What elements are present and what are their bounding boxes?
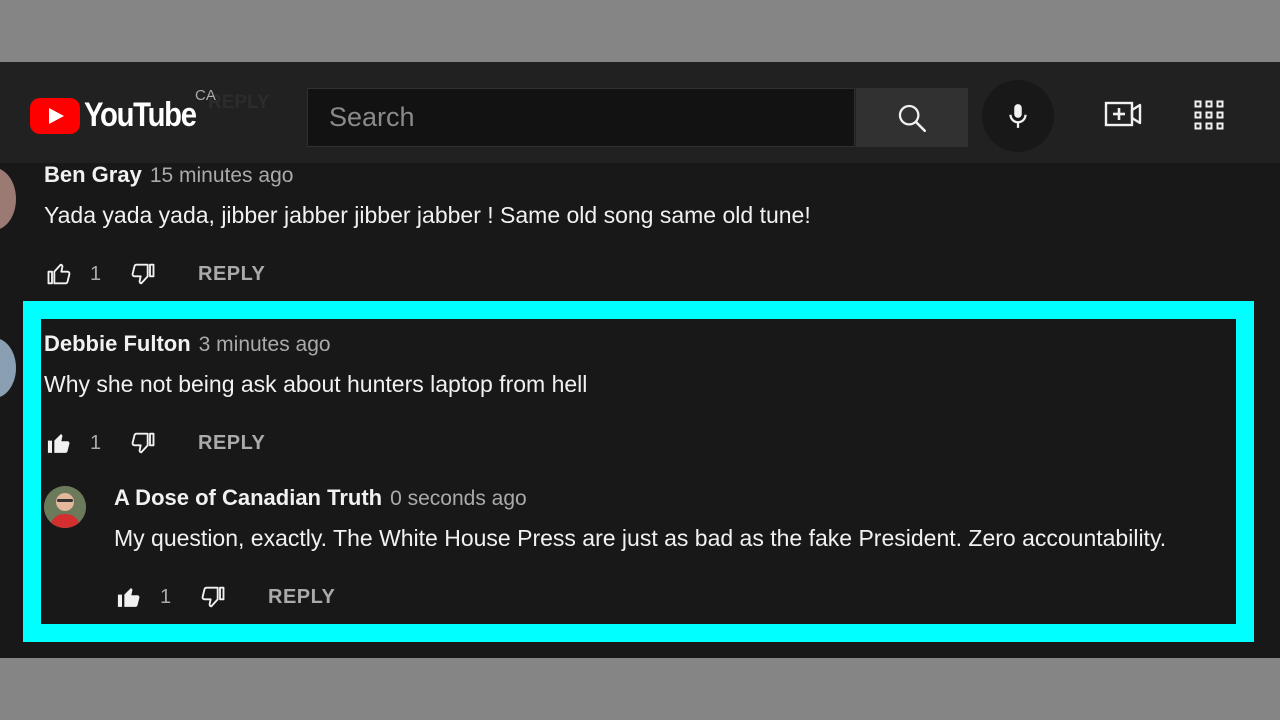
voice-search-button[interactable] <box>982 80 1054 152</box>
youtube-logo-icon <box>30 97 80 134</box>
thumbs-down-icon <box>131 263 155 285</box>
youtube-logo[interactable]: YouTube <box>30 96 214 135</box>
mic-icon <box>1009 104 1027 128</box>
comment-author[interactable]: Ben Gray <box>44 162 142 188</box>
masthead: REPLY YouTube CA Search <box>0 62 1280 163</box>
highlight-frame <box>23 301 1254 642</box>
comment-thread: Ben Gray 15 minutes ago Yada yada yada, … <box>44 162 811 289</box>
dislike-button[interactable] <box>128 259 158 289</box>
like-button[interactable] <box>44 259 74 289</box>
avatar[interactable] <box>0 338 16 398</box>
search-icon <box>898 104 927 132</box>
logo-text: YouTube <box>84 96 197 134</box>
avatar[interactable] <box>0 168 16 230</box>
search-button[interactable] <box>856 88 968 147</box>
app-frame: Ben Gray 15 minutes ago Yada yada yada, … <box>0 62 1280 658</box>
thumbs-up-icon <box>47 263 71 285</box>
search-input[interactable]: Search <box>307 88 855 147</box>
search-placeholder: Search <box>329 102 415 132</box>
comment-actions: 1 REPLY <box>44 259 811 289</box>
reply-button[interactable]: REPLY <box>198 263 265 286</box>
create-button[interactable] <box>1104 98 1144 130</box>
comment-header: Ben Gray 15 minutes ago <box>44 162 811 188</box>
create-video-icon <box>1104 101 1142 127</box>
ghost-reply-label: REPLY <box>208 92 270 113</box>
comment-text: Yada yada yada, jibber jabber jibber jab… <box>44 202 811 228</box>
apps-grid-icon <box>1194 100 1224 130</box>
comment-time[interactable]: 15 minutes ago <box>150 164 294 188</box>
region-code: CA <box>195 87 216 104</box>
apps-button[interactable] <box>1194 100 1224 130</box>
like-count: 1 <box>90 262 102 285</box>
